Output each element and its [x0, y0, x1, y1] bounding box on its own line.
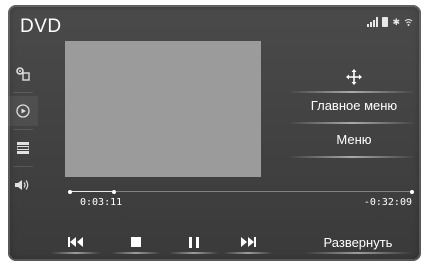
wifi-icon: [404, 19, 413, 26]
progress-start-dot: [68, 189, 72, 194]
play-disc-button[interactable]: [8, 96, 38, 126]
main-menu-button[interactable]: Главное меню: [296, 98, 412, 113]
next-track-icon: [241, 237, 256, 247]
move-arrows-icon[interactable]: [346, 69, 362, 85]
source-settings-button[interactable]: [8, 59, 38, 89]
sidebar-divider: [13, 129, 33, 130]
dvd-screen: DVD ✱ Главное меню Меню 0:03:11 -0:32:09…: [8, 5, 421, 261]
volume-button[interactable]: [8, 170, 38, 200]
menu-button[interactable]: Меню: [296, 132, 412, 147]
button-underline: [222, 252, 274, 254]
equalizer-icon: [17, 142, 29, 154]
stop-icon: [131, 237, 141, 247]
button-underline: [50, 252, 102, 254]
source-settings-icon: [16, 67, 30, 81]
expand-label: Развернуть: [323, 234, 393, 250]
signal-icon: [367, 17, 379, 27]
video-area[interactable]: [65, 41, 261, 177]
pause-button[interactable]: [166, 227, 222, 257]
playback-controls: Развернуть: [48, 227, 421, 261]
progress-handle[interactable]: [112, 189, 117, 194]
next-track-button[interactable]: [220, 227, 276, 257]
screen-title: DVD: [20, 16, 62, 37]
sidebar-divider: [13, 166, 33, 167]
button-underline: [168, 252, 220, 254]
menu-divider: [288, 91, 416, 93]
progress-end-dot: [410, 189, 414, 194]
progress-bar[interactable]: [68, 189, 414, 194]
previous-track-button[interactable]: [48, 227, 104, 257]
button-underline: [110, 252, 162, 254]
elapsed-time: 0:03:11: [80, 197, 123, 208]
sidebar-divider: [13, 92, 33, 93]
equalizer-button[interactable]: [8, 133, 38, 163]
volume-icon: [15, 180, 29, 190]
button-underline: [304, 252, 412, 254]
bluetooth-icon: ✱: [392, 17, 400, 27]
sidebar: [8, 59, 38, 209]
pause-icon: [189, 236, 199, 248]
battery-icon: [382, 17, 389, 27]
menu-divider: [288, 122, 416, 124]
remaining-time: -0:32:09: [363, 197, 412, 208]
progress-fill: [70, 191, 115, 192]
previous-track-icon: [68, 237, 83, 247]
menu-divider: [288, 156, 416, 158]
expand-button[interactable]: Развернуть: [298, 227, 418, 257]
play-disc-icon: [16, 104, 30, 118]
status-bar: ✱: [367, 17, 413, 27]
stop-button[interactable]: [108, 227, 164, 257]
